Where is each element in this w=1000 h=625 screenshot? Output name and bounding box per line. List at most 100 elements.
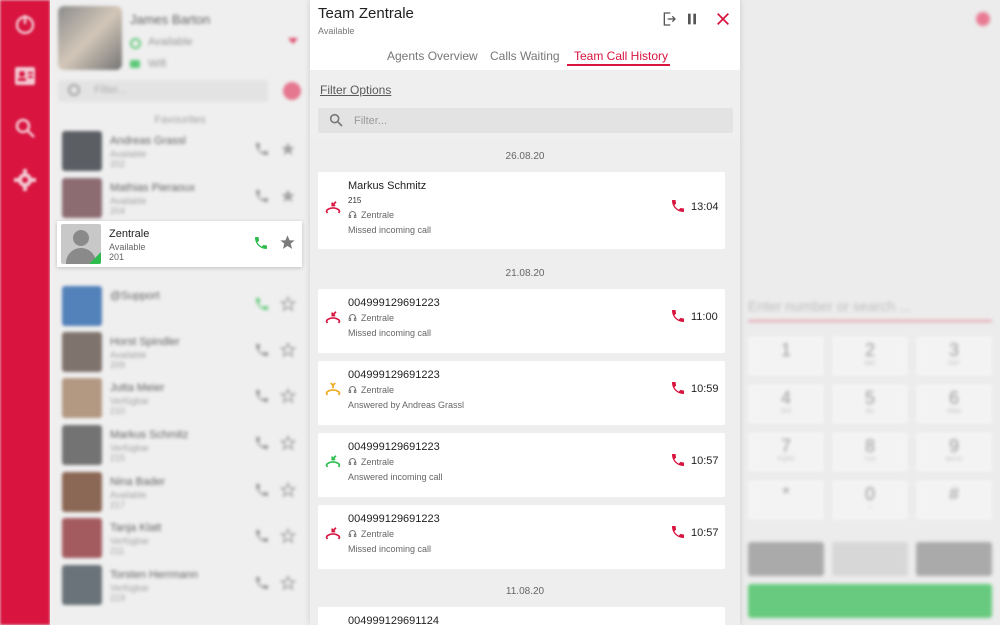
callback-phone-icon[interactable] (670, 524, 686, 540)
contacts-filter-input[interactable]: Filter... (58, 80, 268, 102)
date-header: 11.08.20 (505, 586, 545, 597)
history-search-input[interactable] (354, 111, 724, 130)
favourites-header: Favourites (154, 114, 206, 126)
contacts-book-icon[interactable] (13, 64, 37, 88)
caller-number: 004999129691223 (348, 369, 440, 381)
modal-header: Team Zentrale Available (310, 0, 740, 40)
call-time: 10:57 (691, 527, 719, 539)
dial-key[interactable]: 8 TUV (832, 432, 908, 472)
dial-key[interactable]: 0 + (832, 480, 908, 520)
contact-row[interactable]: Mathias Pieraoux Available 204 (58, 178, 302, 222)
contact-row[interactable]: @Support (58, 286, 302, 330)
phone-icon[interactable] (254, 342, 270, 358)
star-icon[interactable] (280, 188, 296, 204)
modal-subtitle: Available (318, 26, 355, 36)
pause-icon[interactable] (684, 11, 700, 27)
phone-icon[interactable] (254, 528, 270, 544)
star-icon[interactable] (279, 387, 297, 404)
chevron-down-icon[interactable] (288, 38, 298, 44)
function-key[interactable] (832, 542, 908, 576)
star-icon[interactable] (279, 341, 297, 358)
contact-extension: 201 (109, 252, 125, 262)
filter-options-link[interactable]: Filter Options (320, 83, 391, 97)
callback-phone-icon[interactable] (670, 198, 686, 214)
call-button[interactable] (748, 584, 992, 618)
caller-number: 004999129691223 (348, 513, 440, 525)
dial-key[interactable]: * (748, 480, 824, 520)
contact-row[interactable]: Jutta Meier Verfügbar 210 (58, 378, 302, 422)
dial-key[interactable]: 2 ABC (832, 336, 908, 376)
callback-phone-icon[interactable] (670, 308, 686, 324)
star-icon[interactable] (280, 141, 296, 157)
tab-agents-overview[interactable]: Agents Overview (387, 49, 478, 63)
phone-icon[interactable] (254, 435, 270, 451)
search-icon (328, 112, 344, 128)
history-search (318, 108, 733, 133)
avatar (62, 378, 102, 418)
star-icon[interactable] (279, 295, 297, 312)
call-history-item[interactable]: 004999129691223 Zentrale Answered incomi… (318, 433, 725, 497)
dial-key[interactable]: # (916, 480, 992, 520)
headset-icon (348, 385, 357, 394)
contact-row[interactable]: Horst Spindler Available 209 (58, 332, 302, 376)
caller-number: 004999129691124 (348, 615, 439, 625)
dial-input-underline (748, 320, 992, 322)
notification-dot[interactable] (976, 12, 990, 26)
phone-icon[interactable] (254, 482, 270, 498)
dial-key[interactable]: 5 JKL (832, 384, 908, 424)
star-icon[interactable] (279, 434, 297, 451)
contact-row-zentrale[interactable]: Zentrale Available 201 (57, 221, 302, 267)
star-icon[interactable] (279, 481, 297, 498)
dial-input[interactable]: Enter number or search ... (748, 298, 911, 314)
own-profile[interactable]: James Barton Available Wifi (58, 6, 302, 74)
dial-key[interactable]: 4 GHI (748, 384, 824, 424)
contact-row[interactable]: Markus Schmitz Verfügbar 215 (58, 425, 302, 469)
phone-icon[interactable] (254, 388, 270, 404)
star-icon[interactable] (279, 234, 296, 251)
contact-row[interactable]: Torsten Herrmann Verfügbar 219 (58, 565, 302, 609)
function-key[interactable] (748, 542, 824, 576)
dial-key[interactable]: 6 MNO (916, 384, 992, 424)
star-icon[interactable] (279, 527, 297, 544)
caller-number: 004999129691223 (348, 297, 440, 309)
contact-row[interactable]: Tanja Klatt Verfügbar 211 (58, 518, 302, 562)
close-icon[interactable] (715, 11, 731, 27)
function-key[interactable] (916, 542, 992, 576)
contact-status: Verfügbar (110, 583, 150, 593)
date-header: 26.08.20 (505, 151, 545, 162)
callback-phone-icon[interactable] (670, 452, 686, 468)
date-header: 21.08.20 (505, 268, 545, 279)
contact-name: Markus Schmitz (110, 429, 189, 441)
power-icon[interactable] (13, 12, 37, 36)
status-indicator (89, 252, 101, 264)
call-history-item[interactable]: 004999129691124 (318, 607, 725, 625)
call-history-item[interactable]: 004999129691223 Zentrale Answered by And… (318, 361, 725, 425)
phone-icon[interactable] (254, 141, 270, 157)
gear-icon[interactable] (13, 168, 37, 192)
phone-icon[interactable] (254, 575, 270, 591)
logout-icon[interactable] (661, 11, 677, 27)
tab-team-call-history[interactable]: Team Call History (574, 49, 668, 63)
tab-calls-waiting[interactable]: Calls Waiting (490, 49, 560, 63)
dial-key[interactable]: 9 WXYZ (916, 432, 992, 472)
dial-key[interactable]: 7 PQRS (748, 432, 824, 472)
call-history-item[interactable]: 004999129691223 Zentrale Missed incoming… (318, 505, 725, 569)
dial-key[interactable]: 1 (748, 336, 824, 376)
phone-icon[interactable] (253, 235, 269, 251)
add-contact-button[interactable] (283, 82, 301, 100)
contact-row[interactable]: Andreas Grassl Available 202 (58, 131, 302, 175)
dial-key[interactable]: 3 DEF (916, 336, 992, 376)
search-icon[interactable] (13, 116, 37, 140)
contact-status: Available (110, 350, 147, 360)
phone-icon[interactable] (254, 296, 270, 312)
phone-icon[interactable] (254, 188, 270, 204)
contact-extension: 211 (110, 546, 125, 556)
contact-row[interactable]: Nina Bader Available 217 (58, 472, 302, 516)
status-indicator (130, 38, 141, 49)
star-icon[interactable] (279, 574, 297, 591)
call-history-item[interactable]: Markus Schmitz 215 Zentrale Missed incom… (318, 172, 725, 249)
avatar (62, 518, 102, 558)
call-info: Missed incoming call (348, 328, 432, 338)
callback-phone-icon[interactable] (670, 380, 686, 396)
call-history-item[interactable]: 004999129691223 Zentrale Missed incoming… (318, 289, 725, 353)
